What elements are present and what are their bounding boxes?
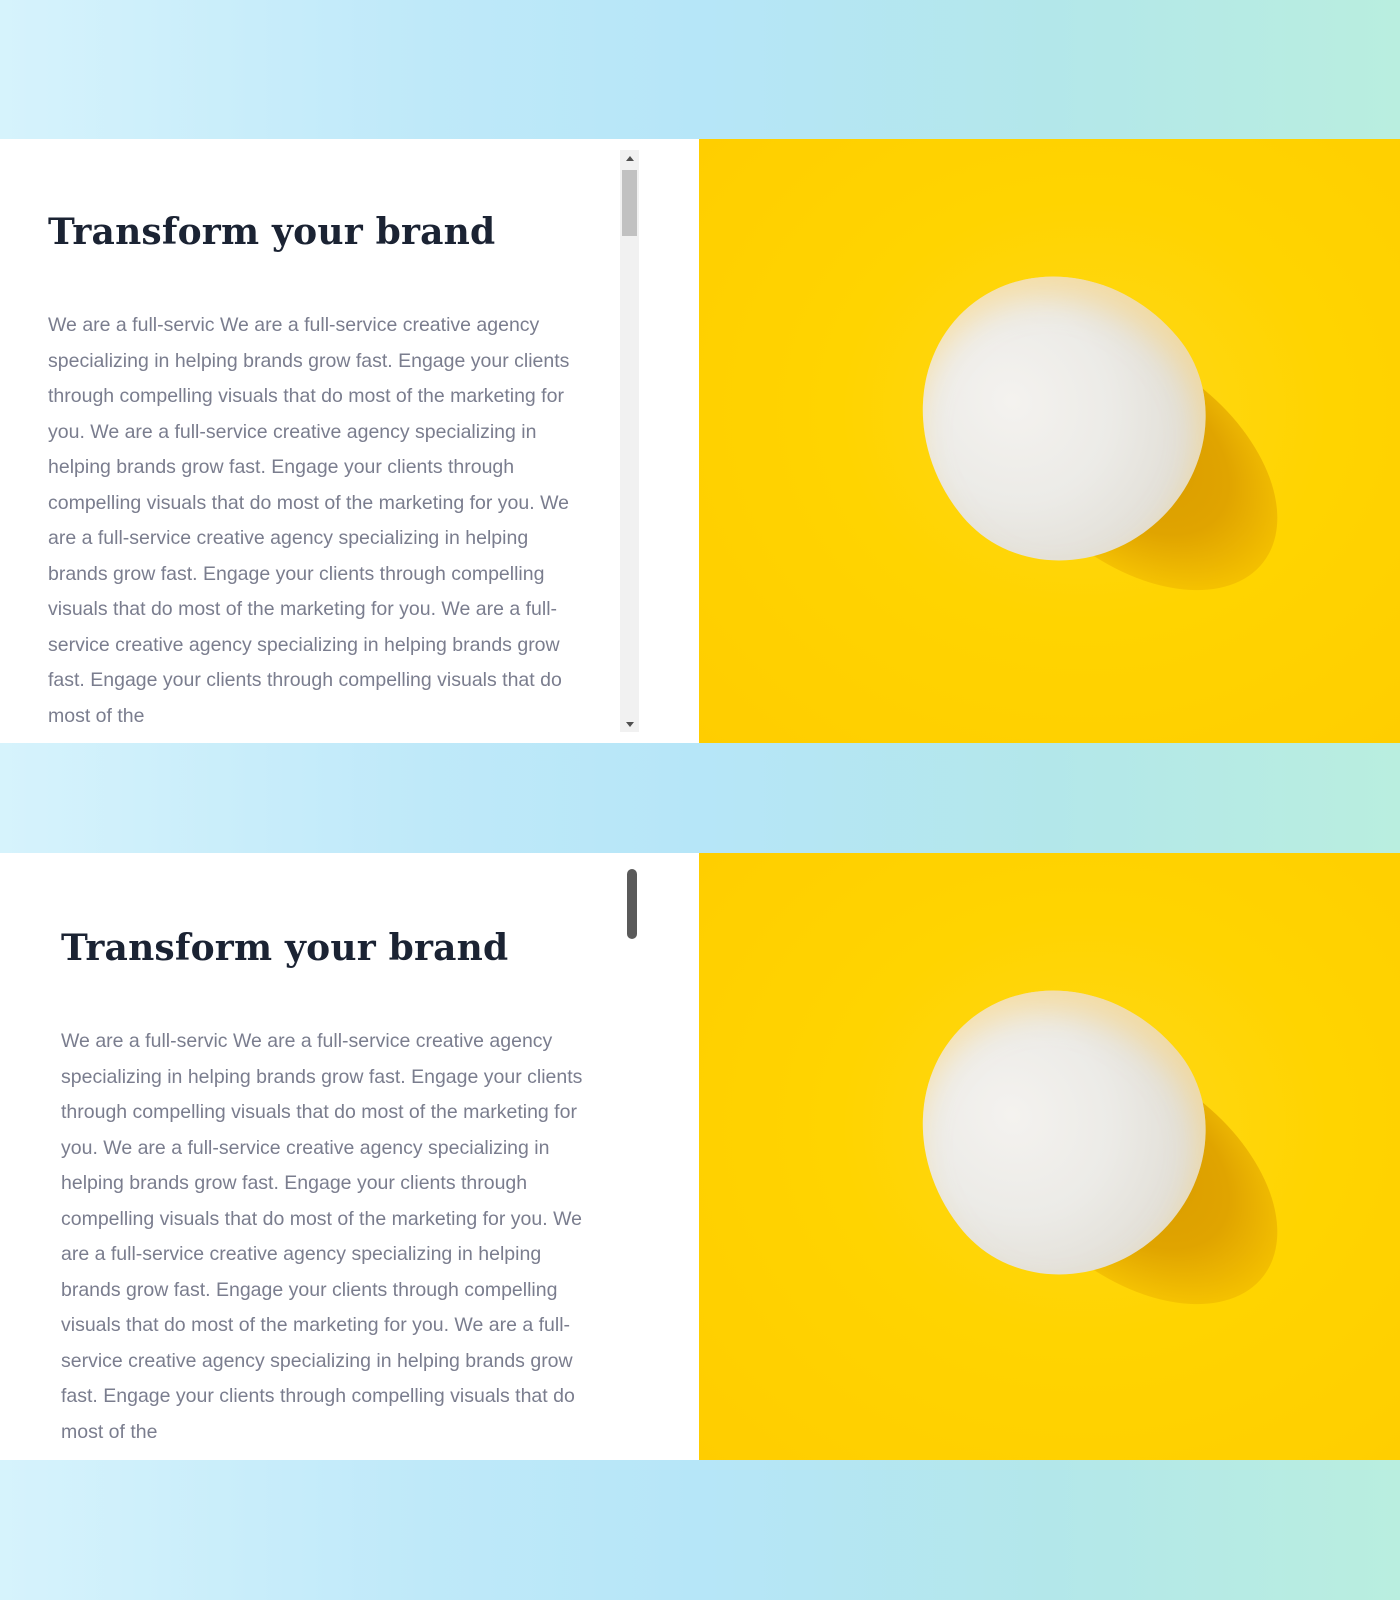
overlay-scrollbar-thumb[interactable] — [627, 869, 637, 939]
vertical-scrollbar[interactable] — [620, 150, 639, 732]
scroll-down-arrow-icon[interactable] — [620, 716, 639, 732]
content-card: Transform your brand We are a full-servi… — [0, 853, 1400, 1460]
egg-image — [699, 139, 1400, 743]
card-body-text: We are a full-servic We are a full-servi… — [48, 314, 570, 727]
card-heading: Transform your brand — [61, 927, 509, 969]
scrollbar-thumb[interactable] — [622, 170, 637, 236]
text-panel[interactable]: Transform your brand We are a full-servi… — [0, 853, 699, 1460]
content-card: Transform your brand We are a full-servi… — [0, 139, 1400, 743]
egg-image — [699, 853, 1400, 1460]
text-panel[interactable]: Transform your brand We are a full-servi… — [0, 139, 699, 743]
scroll-up-arrow-icon[interactable] — [620, 150, 639, 166]
card-body-text: We are a full-servic We are a full-servi… — [61, 1030, 583, 1443]
card-heading: Transform your brand — [48, 211, 496, 253]
